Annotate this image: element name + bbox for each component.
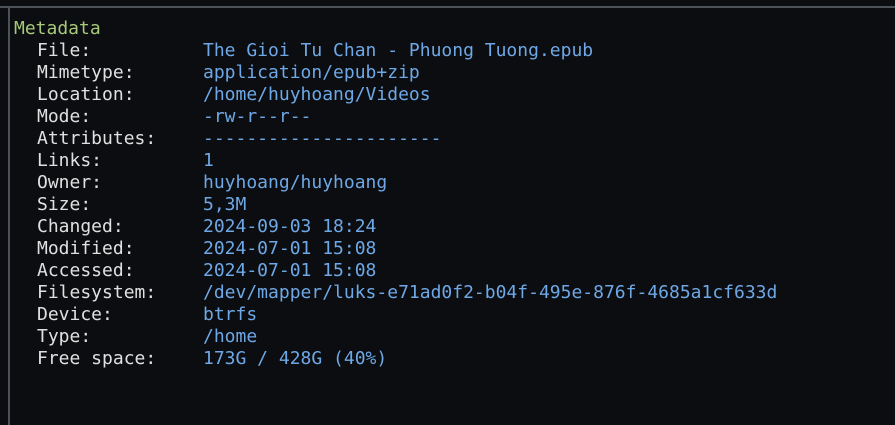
free-space-label: Free space: <box>37 348 157 369</box>
metadata-row-size: Size: 5,3M <box>14 194 884 216</box>
changed-value: 2024-09-03 18:24 <box>203 216 377 237</box>
accessed-value: 2024-07-01 15:08 <box>203 260 377 281</box>
metadata-title: Metadata <box>14 18 101 39</box>
metadata-row-mimetype: Mimetype: application/epub+zip <box>14 62 884 84</box>
metadata-row-device: Device: btrfs <box>14 304 884 326</box>
metadata-row-modified: Modified: 2024-07-01 15:08 <box>14 238 884 260</box>
metadata-row-location: Location: /home/huyhoang/Videos <box>14 84 884 106</box>
size-value: 5,3M <box>203 194 247 215</box>
type-label: Type: <box>37 326 92 347</box>
attributes-value: ---------------------- <box>203 128 442 149</box>
free-space-value: 173G / 428G (40%) <box>203 348 388 369</box>
links-label: Links: <box>37 150 103 171</box>
size-label: Size: <box>37 194 92 215</box>
mimetype-label: Mimetype: <box>37 62 135 83</box>
mimetype-value: application/epub+zip <box>203 62 420 83</box>
metadata-content: Metadata File: The Gioi Tu Chan - Phuong… <box>14 18 884 370</box>
location-label: Location: <box>37 84 135 105</box>
device-value: btrfs <box>203 304 258 325</box>
modified-value: 2024-07-01 15:08 <box>203 238 377 259</box>
location-value: /home/huyhoang/Videos <box>203 84 431 105</box>
type-value: /home <box>203 326 258 347</box>
owner-value: huyhoang/huyhoang <box>203 172 388 193</box>
filesystem-label: Filesystem: <box>37 282 157 303</box>
metadata-row-links: Links: 1 <box>14 150 884 172</box>
mode-label: Mode: <box>37 106 92 127</box>
metadata-row-owner: Owner: huyhoang/huyhoang <box>14 172 884 194</box>
accessed-label: Accessed: <box>37 260 135 281</box>
metadata-row-filesystem: Filesystem: /dev/mapper/luks-e71ad0f2-b0… <box>14 282 884 304</box>
filesystem-value: /dev/mapper/luks-e71ad0f2-b04f-495e-876f… <box>203 282 778 303</box>
links-value: 1 <box>203 150 214 171</box>
modified-label: Modified: <box>37 238 135 259</box>
device-label: Device: <box>37 304 113 325</box>
metadata-row-changed: Changed: 2024-09-03 18:24 <box>14 216 884 238</box>
owner-label: Owner: <box>37 172 103 193</box>
file-label: File: <box>37 40 92 61</box>
attributes-label: Attributes: <box>37 128 157 149</box>
metadata-panel: Metadata File: The Gioi Tu Chan - Phuong… <box>0 0 895 425</box>
metadata-row-file: File: The Gioi Tu Chan - Phuong Tuong.ep… <box>14 40 884 62</box>
changed-label: Changed: <box>37 216 124 237</box>
metadata-row-mode: Mode: -rw-r--r-- <box>14 106 884 128</box>
file-value: The Gioi Tu Chan - Phuong Tuong.epub <box>203 40 594 61</box>
metadata-row-type: Type: /home <box>14 326 884 348</box>
metadata-row-accessed: Accessed: 2024-07-01 15:08 <box>14 260 884 282</box>
metadata-row-attributes: Attributes: ---------------------- <box>14 128 884 150</box>
metadata-row-free-space: Free space: 173G / 428G (40%) <box>14 348 884 370</box>
mode-value: -rw-r--r-- <box>203 106 312 127</box>
